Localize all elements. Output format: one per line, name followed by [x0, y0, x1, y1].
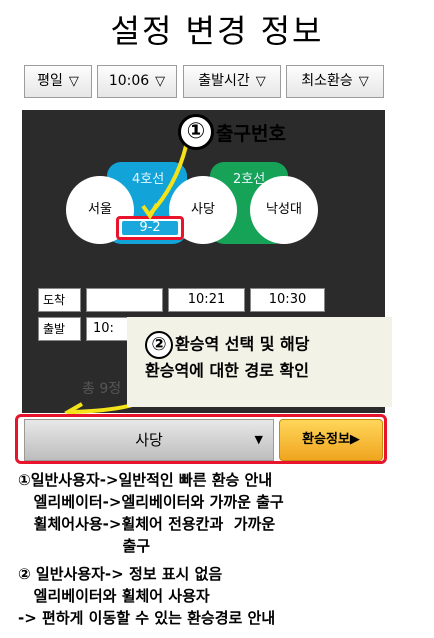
play-icon: ▶ — [349, 432, 360, 447]
description-line: 출구 — [18, 537, 151, 555]
transfer-station-label: 사당 — [135, 431, 163, 449]
annotation-text-2b: 환승역에 대한 경로 확인 — [145, 361, 309, 380]
callout-arrow-1-head — [141, 202, 159, 220]
transfer-info-label: 환승정보 — [302, 432, 350, 447]
transfer-station-select[interactable]: 사당 ▼ — [24, 419, 274, 461]
arrive-time-1: 10:21 — [168, 288, 245, 312]
annotation-number-2: ② — [145, 331, 173, 359]
depart-label: 출발 — [38, 317, 81, 341]
arrive-label: 도착 — [38, 288, 81, 312]
arrive-time-0 — [86, 288, 163, 312]
annotation-exit-number: ① 출구번호 — [178, 114, 286, 150]
description-line: 엘리베이터와 휠체어 사용자 — [18, 587, 210, 605]
description-line: ② 일반사용자-> 정보 표시 없음 — [18, 565, 223, 583]
description-line: ①일반사용자->일반적인 빠른 환승 안내 — [18, 471, 273, 489]
annotation-transfer-route: ② 환승역 선택 및 해당 환승역에 대한 경로 확인 — [127, 317, 392, 407]
annotation-text-2a: 환승역 선택 및 해당 — [175, 334, 310, 354]
summary-stops: 총 9정 — [82, 381, 122, 397]
dropdown-arrow-icon: ▼ — [254, 433, 263, 446]
description-line: 휠체어사용->휠체어 전용칸과 가까운 — [18, 515, 276, 533]
transfer-info-button[interactable]: 환승정보▶ — [279, 419, 383, 461]
arrive-time-2: 10:30 — [250, 288, 325, 312]
annotation-number-1: ① — [178, 114, 214, 150]
annotation-text-1: 출구번호 — [216, 122, 286, 145]
description-line: -> 편하게 이동할 수 있는 환승경로 안내 — [18, 609, 276, 627]
description-line: 엘리베이터->엘리베이터와 가까운 출구 — [18, 493, 284, 511]
